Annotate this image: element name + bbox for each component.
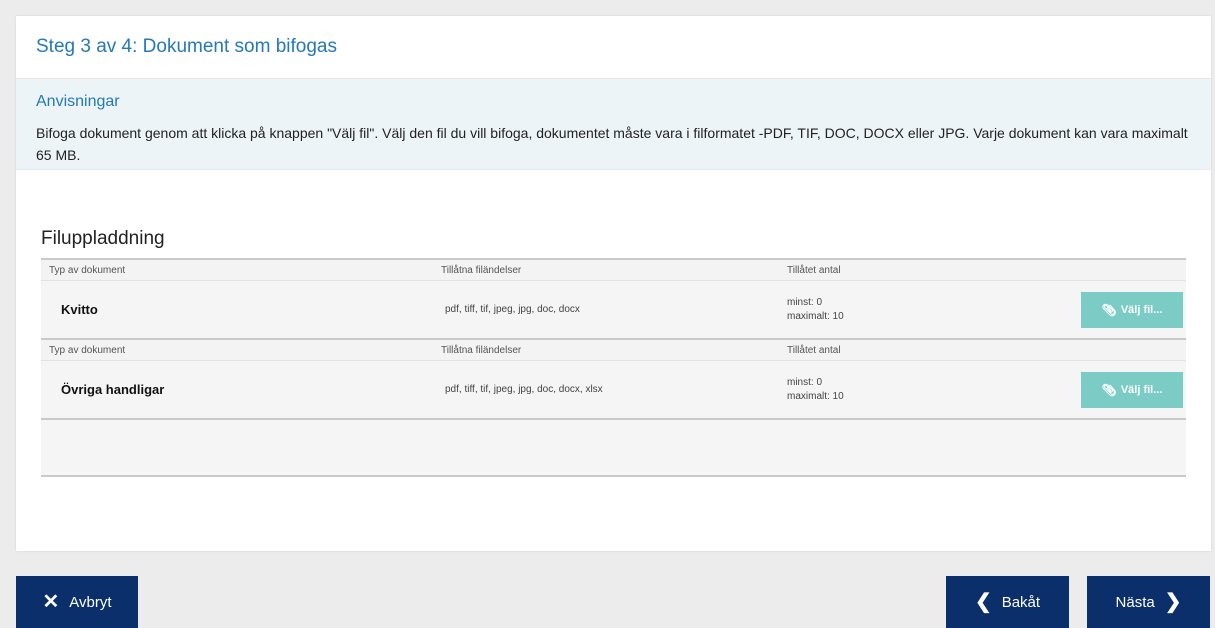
count-min: minst: 0 bbox=[787, 296, 823, 308]
upload-title: Filuppladdning bbox=[41, 228, 165, 249]
paperclip-icon: 📎︎ bbox=[1101, 302, 1117, 317]
main-card: Steg 3 av 4: Dokument som bifogas Anvisn… bbox=[16, 16, 1211, 551]
chevron-left-icon: ❮ bbox=[974, 591, 992, 613]
document-block-ovriga: Typ av dokument Tillåtna filändelser Til… bbox=[41, 338, 1186, 418]
empty-upload-area bbox=[41, 418, 1186, 477]
step-header: Steg 3 av 4: Dokument som bifogas bbox=[16, 16, 1211, 79]
count-max: maximalt: 10 bbox=[787, 390, 844, 402]
col-header-count: Tillåtet antal bbox=[787, 344, 841, 356]
document-header: Typ av dokument Tillåtna filändelser Til… bbox=[41, 260, 1186, 281]
document-count: minst: 0 maximalt: 10 bbox=[787, 296, 1077, 324]
close-icon: ✕ bbox=[42, 591, 60, 613]
chevron-right-icon: ❯ bbox=[1164, 591, 1182, 613]
choose-file-label: Välj fil... bbox=[1120, 383, 1163, 396]
choose-file-button-ovriga[interactable]: 📎︎ Välj fil... bbox=[1081, 371, 1183, 408]
choose-file-button-kvitto[interactable]: 📎︎ Välj fil... bbox=[1081, 291, 1183, 328]
next-label: Nästa bbox=[1115, 593, 1155, 611]
document-count: minst: 0 maximalt: 10 bbox=[787, 376, 1077, 404]
file-upload-section: Filuppladdning Typ av dokument Tillåtna … bbox=[41, 228, 1186, 477]
count-min: minst: 0 bbox=[787, 376, 823, 388]
instructions-title: Anvisningar bbox=[36, 93, 120, 110]
cancel-button[interactable]: ✕ Avbryt bbox=[16, 576, 138, 628]
col-header-extensions: Tillåtna filändelser bbox=[441, 344, 522, 356]
back-button[interactable]: ❮ Bakåt bbox=[946, 576, 1069, 628]
page-title: Steg 3 av 4: Dokument som bifogas bbox=[36, 36, 337, 57]
next-button[interactable]: Nästa ❯ bbox=[1087, 576, 1210, 628]
paperclip-icon: 📎︎ bbox=[1101, 382, 1117, 397]
back-label: Bakåt bbox=[1001, 593, 1041, 611]
document-name: Övriga handligar bbox=[61, 382, 165, 397]
count-max: maximalt: 10 bbox=[787, 310, 844, 322]
document-header: Typ av dokument Tillåtna filändelser Til… bbox=[41, 340, 1186, 361]
col-header-extensions: Tillåtna filändelser bbox=[441, 264, 522, 276]
instructions-panel: Anvisningar Bifoga dokument genom att kl… bbox=[16, 79, 1211, 170]
col-header-type: Typ av dokument bbox=[49, 264, 126, 276]
choose-file-label: Välj fil... bbox=[1120, 303, 1163, 316]
col-header-type: Typ av dokument bbox=[49, 344, 126, 356]
document-row: Övriga handligar pdf, tiff, tif, jpeg, j… bbox=[41, 361, 1186, 418]
document-block-kvitto: Typ av dokument Tillåtna filändelser Til… bbox=[41, 258, 1186, 338]
col-header-count: Tillåtet antal bbox=[787, 264, 841, 276]
document-name: Kvitto bbox=[61, 302, 98, 317]
cancel-label: Avbryt bbox=[69, 593, 112, 611]
document-extensions: pdf, tiff, tif, jpeg, jpg, doc, docx, xl… bbox=[445, 384, 603, 395]
document-extensions: pdf, tiff, tif, jpeg, jpg, doc, docx bbox=[445, 304, 580, 315]
document-row: Kvitto pdf, tiff, tif, jpeg, jpg, doc, d… bbox=[41, 281, 1186, 338]
instructions-text: Bifoga dokument genom att klicka på knap… bbox=[36, 125, 1188, 163]
